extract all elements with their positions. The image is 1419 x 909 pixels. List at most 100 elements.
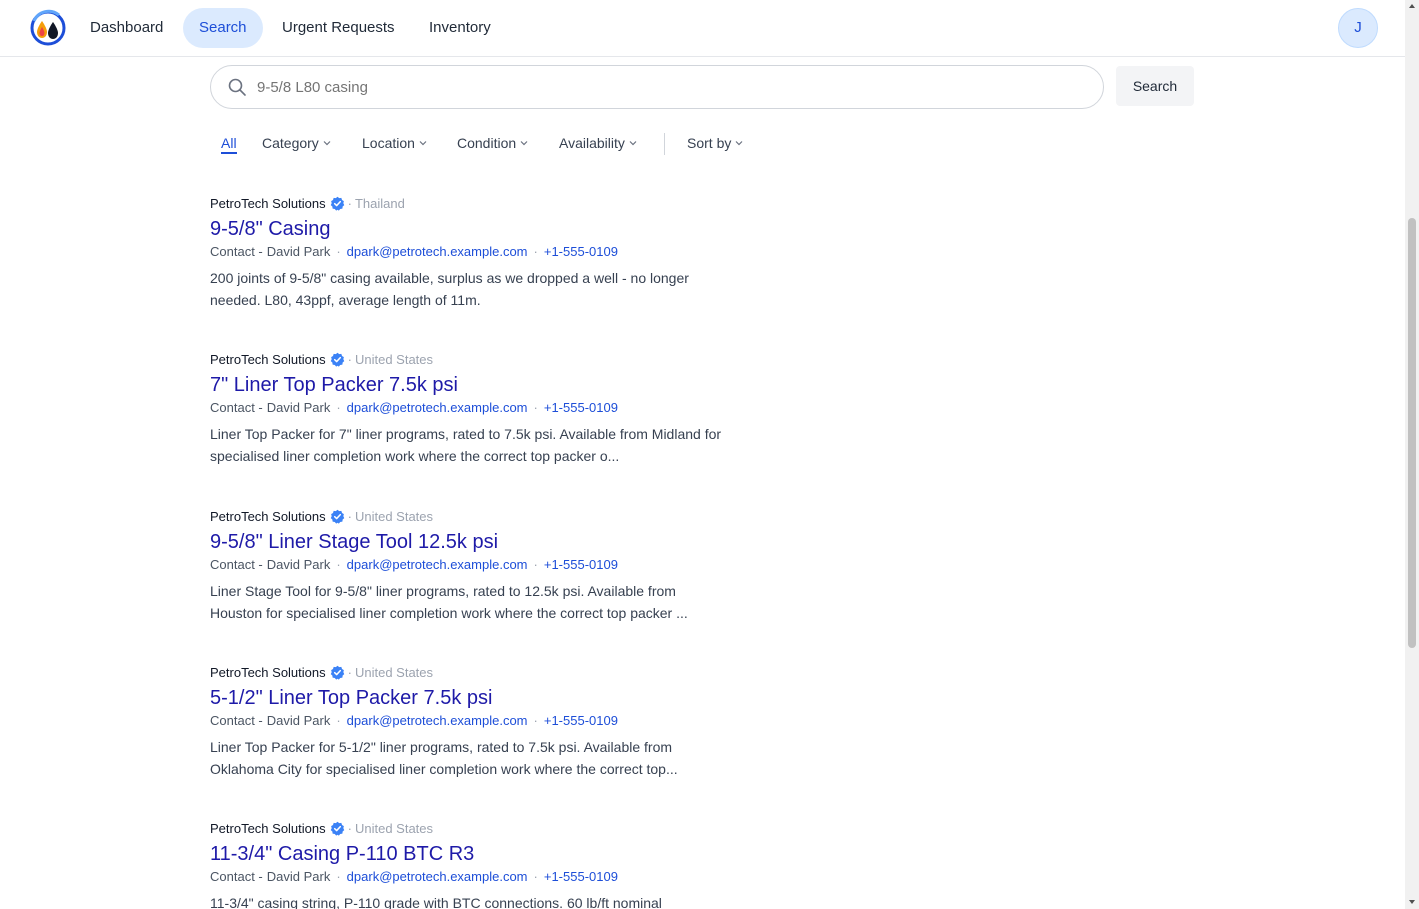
verified-badge-icon (330, 821, 344, 836)
country-label: United States (354, 664, 434, 680)
contact-phone-link[interactable]: +1-555-0109 (544, 869, 618, 884)
contact-label: Contact - (210, 713, 263, 728)
contact-name: David Park (266, 713, 331, 728)
search-icon (228, 78, 246, 96)
separator-dot: · (347, 195, 352, 211)
separator-dot: · (336, 557, 341, 572)
company-name: PetroTech Solutions (210, 664, 326, 680)
separator-dot: · (336, 713, 341, 728)
top-navbar: Dashboard Search Urgent Requests Invento… (0, 0, 1405, 57)
chevron-down-icon (735, 141, 743, 146)
nav-urgent-requests[interactable]: Urgent Requests (266, 8, 411, 48)
search-box (210, 65, 1104, 109)
separator-dot: · (347, 508, 352, 524)
country-label: United States (354, 508, 434, 524)
result-source: PetroTech Solutions · United States (210, 819, 740, 837)
vertical-scrollbar[interactable] (1405, 0, 1419, 909)
contact-label: Contact - (210, 400, 263, 415)
filter-location-label: Location (362, 135, 415, 151)
country-label: United States (354, 351, 434, 367)
result-description: 200 joints of 9-5/8" casing available, s… (210, 270, 689, 308)
chevron-down-icon (629, 141, 637, 146)
nav-inventory[interactable]: Inventory (413, 8, 507, 48)
app-logo-icon[interactable] (29, 9, 67, 47)
scroll-down-arrow-icon[interactable] (1408, 898, 1416, 906)
result-source: PetroTech Solutions · Thailand (210, 194, 740, 212)
result-title-link[interactable]: 5-1/2" Liner Top Packer 7.5k psi (210, 685, 740, 711)
separator-dot: · (336, 400, 341, 415)
company-name: PetroTech Solutions (210, 195, 326, 211)
separator-dot: · (533, 244, 538, 259)
separator-dot: · (347, 820, 352, 836)
filter-location-dropdown[interactable]: Location (362, 130, 427, 158)
sort-by-label: Sort by (687, 135, 732, 151)
filter-availability-dropdown[interactable]: Availability (559, 130, 637, 158)
contact-email-link[interactable]: dpark@petrotech.example.com (347, 400, 528, 415)
user-avatar[interactable]: J (1338, 8, 1378, 48)
filter-availability-label: Availability (559, 135, 625, 151)
filter-condition-label: Condition (457, 135, 517, 151)
result-title-link[interactable]: 9-5/8" Liner Stage Tool 12.5k psi (210, 529, 740, 555)
search-result: PetroTech Solutions · Thailand 9-5/8" Ca… (210, 194, 740, 311)
result-description: Liner Top Packer for 5-1/2" liner progra… (210, 739, 678, 777)
search-result: PetroTech Solutions · United States 11-3… (210, 819, 740, 909)
result-title-link[interactable]: 7" Liner Top Packer 7.5k psi (210, 372, 740, 398)
contact-line: Contact - David Park · dpark@petrotech.exam… (210, 713, 740, 731)
verified-badge-icon (330, 352, 344, 367)
contact-email-link[interactable]: dpark@petrotech.example.com (347, 244, 528, 259)
separator-dot: · (336, 869, 341, 884)
search-result: PetroTech Solutions · United States 9-5/… (210, 507, 740, 624)
result-source: PetroTech Solutions · United States (210, 350, 740, 368)
contact-email-link[interactable]: dpark@petrotech.example.com (347, 713, 528, 728)
verified-badge-icon (330, 196, 344, 211)
contact-label: Contact - (210, 244, 263, 259)
result-title-link[interactable]: 11-3/4" Casing P-110 BTC R3 (210, 841, 740, 867)
chevron-down-icon (323, 141, 331, 146)
contact-line: Contact - David Park · dpark@petrotech.exam… (210, 244, 740, 262)
result-title-link[interactable]: 9-5/8" Casing (210, 216, 740, 242)
contact-name: David Park (266, 557, 331, 572)
separator-dot: · (533, 557, 538, 572)
company-name: PetroTech Solutions (210, 508, 326, 524)
separator-dot: · (533, 713, 538, 728)
contact-name: David Park (266, 400, 331, 415)
contact-name: David Park (266, 869, 331, 884)
result-source: PetroTech Solutions · United States (210, 507, 740, 525)
country-label: Thailand (354, 195, 405, 211)
search-button[interactable]: Search (1116, 66, 1194, 106)
nav-search[interactable]: Search (183, 8, 263, 48)
contact-phone-link[interactable]: +1-555-0109 (544, 244, 618, 259)
filter-condition-dropdown[interactable]: Condition (457, 130, 528, 158)
filter-category-label: Category (262, 135, 319, 151)
search-result: PetroTech Solutions · United States 5-1/… (210, 663, 740, 780)
sort-by-dropdown[interactable]: Sort by (687, 130, 743, 158)
contact-name: David Park (266, 244, 331, 259)
verified-badge-icon (330, 509, 344, 524)
contact-line: Contact - David Park · dpark@petrotech.exam… (210, 400, 740, 418)
contact-email-link[interactable]: dpark@petrotech.example.com (347, 557, 528, 572)
result-description: Liner Top Packer for 7" liner programs, … (210, 426, 722, 464)
search-result: PetroTech Solutions · United States 7" L… (210, 350, 740, 467)
filter-category-dropdown[interactable]: Category (262, 130, 331, 158)
contact-phone-link[interactable]: +1-555-0109 (544, 713, 618, 728)
result-source: PetroTech Solutions · United States (210, 663, 740, 681)
contact-phone-link[interactable]: +1-555-0109 (544, 557, 618, 572)
separator-dot: · (533, 400, 538, 415)
separator-dot: · (347, 351, 352, 367)
separator-dot: · (336, 244, 341, 259)
nav-dashboard[interactable]: Dashboard (74, 8, 179, 48)
contact-line: Contact - David Park · dpark@petrotech.exam… (210, 557, 740, 575)
search-input[interactable] (257, 66, 1087, 108)
chevron-down-icon (520, 141, 528, 146)
contact-email-link[interactable]: dpark@petrotech.example.com (347, 869, 528, 884)
contact-phone-link[interactable]: +1-555-0109 (544, 400, 618, 415)
filter-all-tab[interactable]: All (221, 130, 237, 154)
scrollbar-thumb[interactable] (1408, 218, 1416, 648)
result-description: 11-3/4" casing string, P-110 grade with … (210, 895, 662, 909)
contact-label: Contact - (210, 557, 263, 572)
contact-line: Contact - David Park · dpark@petrotech.exam… (210, 869, 740, 887)
scroll-up-arrow-icon[interactable] (1408, 2, 1416, 10)
company-name: PetroTech Solutions (210, 351, 326, 367)
company-name: PetroTech Solutions (210, 820, 326, 836)
filter-divider (664, 133, 665, 155)
